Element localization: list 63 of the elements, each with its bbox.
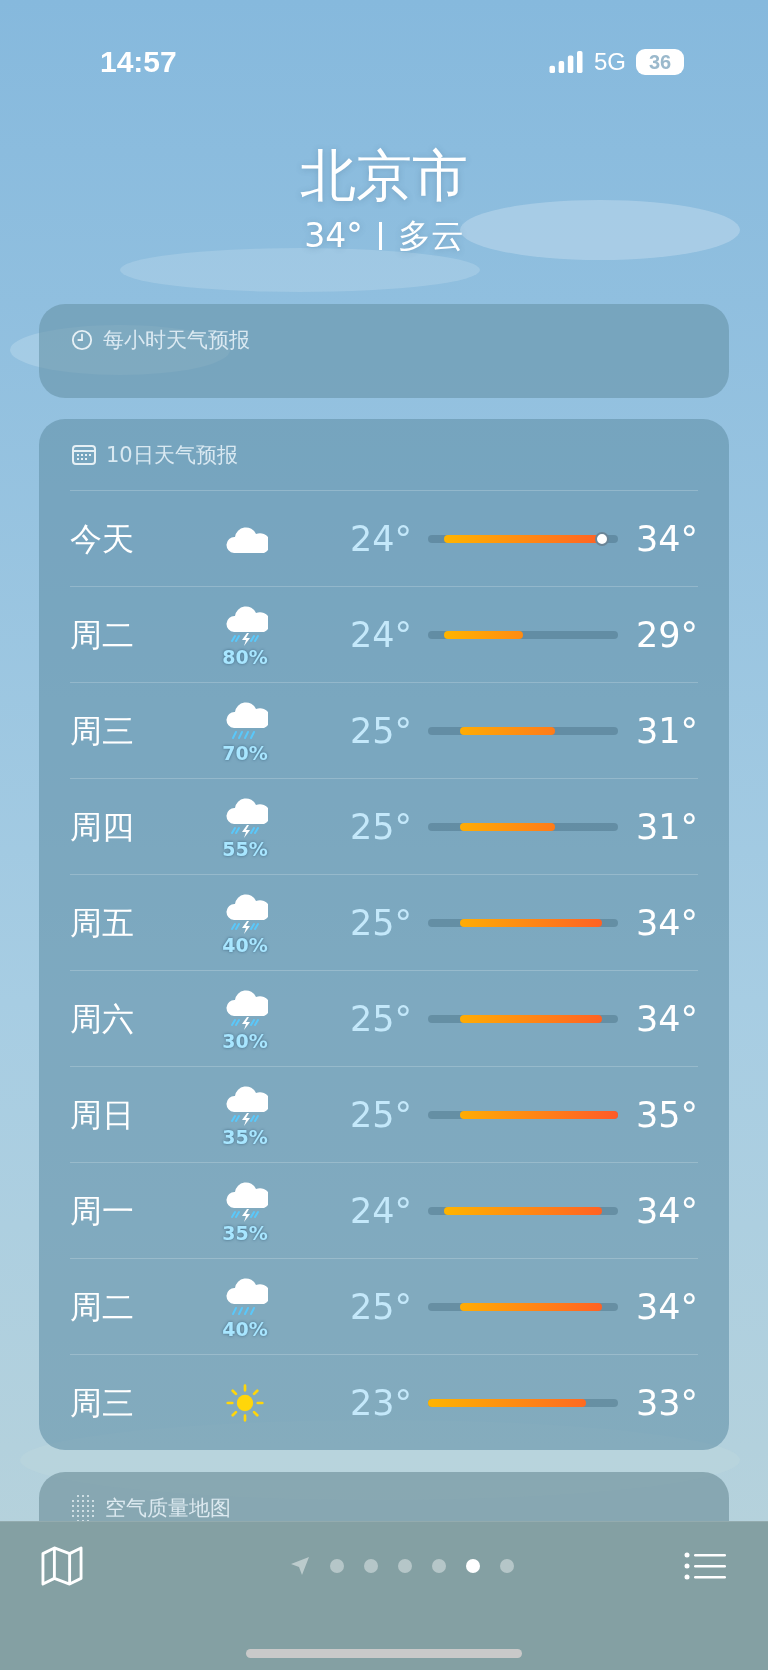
network-type: 5G <box>594 48 626 76</box>
precipitation-chance: 80% <box>222 645 268 668</box>
page-dot[interactable] <box>364 1559 378 1573</box>
day-label: 周日 <box>70 1094 135 1135</box>
map-button[interactable] <box>40 1546 84 1586</box>
page-dot[interactable] <box>398 1559 412 1573</box>
low-temperature: 25° <box>348 1094 412 1135</box>
section-title: 每小时天气预报 <box>103 327 250 354</box>
section-title: 10日天气预报 <box>106 442 238 469</box>
low-temperature: 25° <box>348 1286 412 1327</box>
current-temperature: 34° <box>304 216 363 256</box>
high-temperature: 34° <box>634 998 698 1039</box>
day-label: 周三 <box>70 710 135 751</box>
precipitation-chance: 30% <box>222 1029 268 1052</box>
precipitation-chance: 35% <box>222 1125 268 1148</box>
precipitation-chance: 40% <box>222 933 268 956</box>
page-dot[interactable] <box>330 1559 344 1573</box>
low-temperature: 25° <box>348 710 412 751</box>
map-icon <box>40 1546 84 1586</box>
high-temperature: 29° <box>634 614 698 655</box>
day-label: 周五 <box>70 902 135 943</box>
location-arrow-icon[interactable] <box>290 1556 310 1576</box>
page-dot[interactable] <box>500 1559 514 1573</box>
day-label: 今天 <box>70 518 135 559</box>
low-temperature: 24° <box>348 518 412 559</box>
day-label: 周六 <box>70 998 135 1039</box>
signal-icon <box>548 51 584 73</box>
section-title: 空气质量地图 <box>105 1495 231 1522</box>
low-temperature: 25° <box>348 806 412 847</box>
high-temperature: 34° <box>634 1286 698 1327</box>
high-temperature: 34° <box>634 902 698 943</box>
precipitation-chance: 70% <box>222 741 268 764</box>
battery-indicator: 36 <box>636 49 684 75</box>
calendar-icon <box>72 444 96 466</box>
precipitation-chance: 35% <box>222 1221 268 1244</box>
dotted-grid-icon <box>71 1493 95 1523</box>
sun-icon <box>225 1382 265 1423</box>
precipitation-chance: 55% <box>222 837 268 860</box>
day-label: 周一 <box>70 1190 135 1231</box>
day-label: 周三 <box>70 1382 135 1423</box>
list-button[interactable] <box>684 1552 726 1580</box>
day-label: 周二 <box>70 1286 135 1327</box>
low-temperature: 25° <box>348 902 412 943</box>
page-dot[interactable] <box>432 1559 446 1573</box>
city-name: 北京市 <box>300 144 468 208</box>
day-label: 周四 <box>70 806 135 847</box>
high-temperature: 31° <box>634 710 698 751</box>
low-temperature: 23° <box>348 1382 412 1423</box>
high-temperature: 34° <box>634 1190 698 1231</box>
high-temperature: 33° <box>634 1382 698 1423</box>
low-temperature: 24° <box>348 614 412 655</box>
page-dot[interactable] <box>466 1559 480 1573</box>
low-temperature: 25° <box>348 998 412 1039</box>
high-temperature: 35° <box>634 1094 698 1135</box>
high-temperature: 34° <box>634 518 698 559</box>
low-temperature: 24° <box>348 1190 412 1231</box>
list-icon <box>684 1552 726 1580</box>
clock-icon <box>71 329 93 351</box>
day-label: 周二 <box>70 614 135 655</box>
precipitation-chance: 40% <box>222 1317 268 1340</box>
high-temperature: 31° <box>634 806 698 847</box>
weather-condition: 多云 <box>397 216 464 256</box>
clock: 14:57 <box>100 44 177 80</box>
